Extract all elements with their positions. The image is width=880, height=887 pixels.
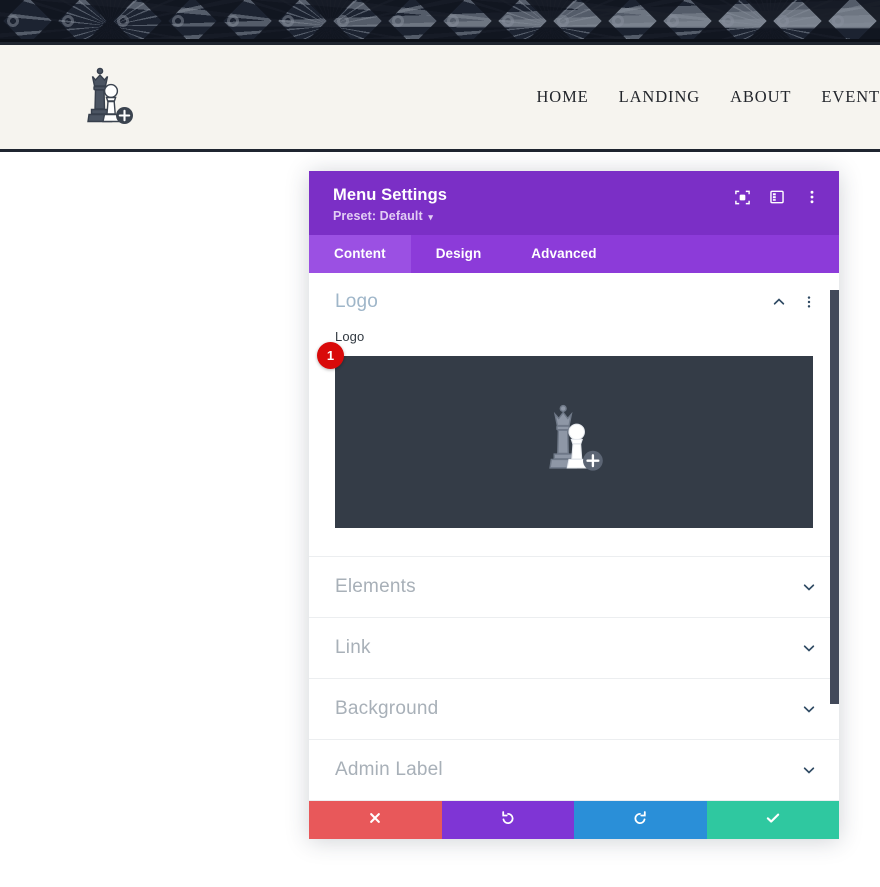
chess-queen-pawn-add-image-icon <box>538 400 610 485</box>
pattern-rings <box>0 7 880 37</box>
layout-panel-icon[interactable] <box>768 188 786 206</box>
chevron-down-icon[interactable] <box>801 579 817 595</box>
modal-header-actions <box>733 185 821 206</box>
section-link[interactable]: Link <box>309 617 839 678</box>
logo-field-spacer <box>335 528 813 556</box>
section-admin-label-label: Admin Label <box>335 759 443 781</box>
tab-design[interactable]: Design <box>411 235 507 273</box>
modal-title: Menu Settings <box>333 186 448 204</box>
chevron-down-icon: ▾ <box>428 212 433 223</box>
chevron-down-icon[interactable] <box>801 762 817 778</box>
redo-icon <box>632 810 648 831</box>
section-background-label: Background <box>335 698 439 720</box>
logo-field-label: Logo <box>335 329 365 345</box>
section-logo-actions <box>771 294 817 310</box>
modal-body: Logo Logo 1 Elements Link Background Adm… <box>309 273 839 802</box>
section-logo: Logo Logo 1 <box>309 273 839 556</box>
section-link-label: Link <box>335 637 371 659</box>
decorative-pattern-band <box>0 0 880 42</box>
modal-scrollbar[interactable] <box>830 290 839 705</box>
chevron-down-icon[interactable] <box>801 701 817 717</box>
modal-tabs: Content Design Advanced <box>309 235 839 274</box>
section-background[interactable]: Background <box>309 678 839 739</box>
nav-item-home[interactable]: HOME <box>536 87 588 107</box>
x-icon <box>368 811 382 830</box>
undo-icon <box>500 810 516 831</box>
more-vertical-icon[interactable] <box>801 294 817 310</box>
site-nav: HOME LANDING ABOUT EVENT <box>536 87 880 107</box>
section-elements[interactable]: Elements <box>309 556 839 617</box>
modal-header: Menu Settings Preset: Default ▾ <box>309 171 839 236</box>
chevron-down-icon[interactable] <box>801 640 817 656</box>
checkmark-icon <box>765 810 781 831</box>
menu-settings-modal: Menu Settings Preset: Default ▾ Content … <box>309 171 839 840</box>
status-badge: 1 <box>317 342 344 370</box>
modal-footer <box>309 801 839 840</box>
close-button[interactable] <box>309 801 442 840</box>
more-vertical-icon[interactable] <box>803 188 821 206</box>
nav-item-about[interactable]: ABOUT <box>730 87 791 107</box>
save-button[interactable] <box>706 801 839 840</box>
nav-item-event[interactable]: EVENT <box>821 87 880 107</box>
tab-content[interactable]: Content <box>309 235 411 274</box>
logo-field: Logo 1 <box>309 329 839 556</box>
nav-item-landing[interactable]: LANDING <box>619 87 700 107</box>
redo-button[interactable] <box>574 801 707 840</box>
section-admin-label[interactable]: Admin Label <box>309 739 839 800</box>
section-elements-label: Elements <box>335 576 416 598</box>
preset-label: Preset: Default <box>333 209 423 224</box>
section-logo-title: Logo <box>335 291 379 313</box>
logo-upload-area[interactable]: 1 <box>317 342 813 529</box>
preset-selector[interactable]: Preset: Default ▾ <box>333 209 733 223</box>
site-header: HOME LANDING ABOUT EVENT <box>0 42 880 152</box>
tab-advanced[interactable]: Advanced <box>506 235 621 273</box>
undo-button[interactable] <box>441 801 574 840</box>
chess-queen-pawn-logo-icon[interactable] <box>78 64 138 130</box>
section-logo-header[interactable]: Logo <box>309 273 839 329</box>
chevron-up-icon[interactable] <box>771 294 787 310</box>
modal-header-titles: Menu Settings Preset: Default ▾ <box>333 185 733 223</box>
focus-target-icon[interactable] <box>733 188 751 206</box>
